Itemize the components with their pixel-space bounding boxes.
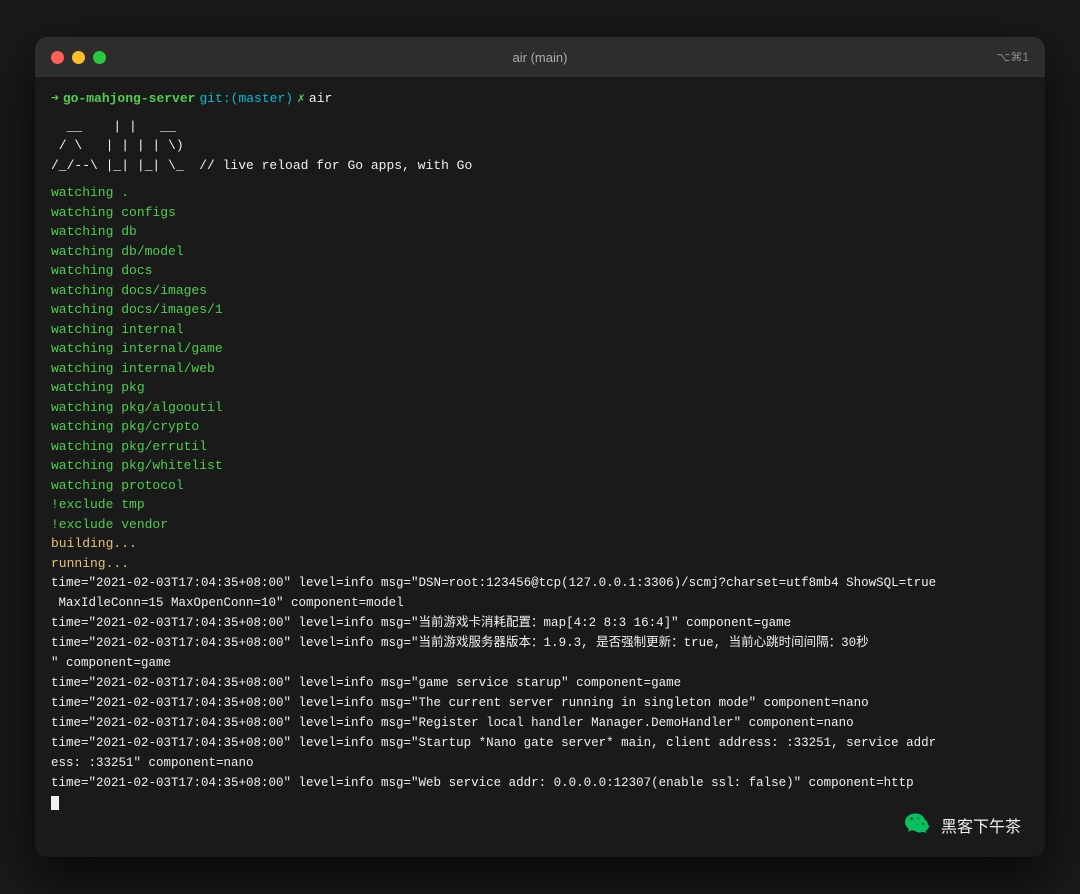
- watch-line-9: watching internal/game: [51, 339, 1029, 359]
- running-line: running...: [51, 554, 1029, 574]
- titlebar: air (main) ⌥⌘1: [35, 37, 1045, 77]
- log-line-4: time="2021-02-03T17:04:35+08:00" level=i…: [51, 673, 1029, 693]
- cursor-line: [51, 793, 1029, 813]
- log-line-6: time="2021-02-03T17:04:35+08:00" level=i…: [51, 713, 1029, 733]
- log-line-7: time="2021-02-03T17:04:35+08:00" level=i…: [51, 733, 1029, 773]
- watch-line-15: watching pkg/whitelist: [51, 456, 1029, 476]
- minimize-button[interactable]: [72, 51, 85, 64]
- watch-line-16: watching protocol: [51, 476, 1029, 496]
- prompt-git: git:(master): [199, 89, 293, 109]
- exclude-line-1: !exclude tmp: [51, 495, 1029, 515]
- watch-line-3: watching db: [51, 222, 1029, 242]
- terminal-window: air (main) ⌥⌘1 ➜ go-mahjong-server git:(…: [35, 37, 1045, 857]
- watch-line-5: watching docs: [51, 261, 1029, 281]
- maximize-button[interactable]: [93, 51, 106, 64]
- log-line-1: time="2021-02-03T17:04:35+08:00" level=i…: [51, 573, 1029, 613]
- watermark: 黑客下午茶: [905, 811, 1021, 839]
- watch-line-10: watching internal/web: [51, 359, 1029, 379]
- watch-line-8: watching internal: [51, 320, 1029, 340]
- watch-line-1: watching .: [51, 183, 1029, 203]
- log-line-3: time="2021-02-03T17:04:35+08:00" level=i…: [51, 633, 1029, 673]
- window-shortcut: ⌥⌘1: [996, 50, 1029, 64]
- prompt-x: ✗: [297, 89, 305, 109]
- watch-line-2: watching configs: [51, 203, 1029, 223]
- log-line-2: time="2021-02-03T17:04:35+08:00" level=i…: [51, 613, 1029, 633]
- wechat-icon: [905, 811, 933, 839]
- watch-line-14: watching pkg/errutil: [51, 437, 1029, 457]
- exclude-line-2: !exclude vendor: [51, 515, 1029, 535]
- close-button[interactable]: [51, 51, 64, 64]
- prompt-arrow: ➜: [51, 89, 59, 109]
- ascii-art-logo: __ | | __ / \ | | | | \) /_/--\ |_| |_| …: [51, 117, 1029, 176]
- watch-line-7: watching docs/images/1: [51, 300, 1029, 320]
- watch-line-4: watching db/model: [51, 242, 1029, 262]
- terminal-cursor: [51, 796, 59, 810]
- log-line-5: time="2021-02-03T17:04:35+08:00" level=i…: [51, 693, 1029, 713]
- watch-line-12: watching pkg/algooutil: [51, 398, 1029, 418]
- watch-line-13: watching pkg/crypto: [51, 417, 1029, 437]
- prompt-line: ➜ go-mahjong-server git:(master) ✗ air: [51, 89, 1029, 109]
- building-line: building...: [51, 534, 1029, 554]
- watermark-text: 黑客下午茶: [941, 813, 1021, 837]
- prompt-command: air: [309, 89, 332, 109]
- log-lines: time="2021-02-03T17:04:35+08:00" level=i…: [51, 573, 1029, 793]
- window-title: air (main): [513, 50, 568, 65]
- terminal-body[interactable]: ➜ go-mahjong-server git:(master) ✗ air _…: [35, 77, 1045, 857]
- watch-line-11: watching pkg: [51, 378, 1029, 398]
- watch-line-6: watching docs/images: [51, 281, 1029, 301]
- watching-lines: watching . watching configs watching db …: [51, 183, 1029, 573]
- log-line-8: time="2021-02-03T17:04:35+08:00" level=i…: [51, 773, 1029, 793]
- app-container: air (main) ⌥⌘1 ➜ go-mahjong-server git:(…: [35, 37, 1045, 857]
- prompt-directory: go-mahjong-server: [63, 89, 196, 109]
- traffic-lights: [51, 51, 106, 64]
